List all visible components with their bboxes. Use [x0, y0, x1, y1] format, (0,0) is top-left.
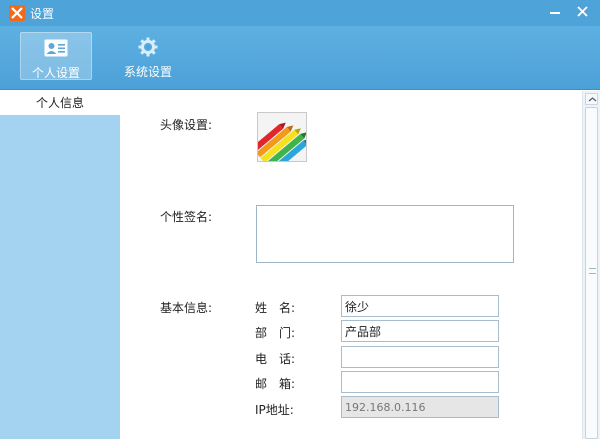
- tab-personal-label: 个人设置: [31, 66, 80, 80]
- basic-info-label: 基本信息:: [160, 301, 213, 315]
- tab-system-settings[interactable]: 系统设置: [112, 32, 184, 80]
- scroll-thumb[interactable]: [585, 107, 598, 439]
- tab-personal-settings[interactable]: 个人设置: [20, 32, 92, 80]
- window-title: 设置: [30, 7, 55, 21]
- close-button[interactable]: [573, 3, 593, 21]
- sidebar: 个人信息: [0, 91, 120, 439]
- user-card-icon: [44, 38, 68, 58]
- signature-textarea[interactable]: [256, 205, 514, 263]
- gear-icon: [136, 37, 160, 57]
- app-logo-icon: [9, 5, 25, 21]
- name-label: 姓 名:: [255, 301, 296, 315]
- phone-label: 电 话:: [255, 352, 296, 366]
- vertical-scrollbar[interactable]: [582, 91, 600, 439]
- ip-address-label: IP地址:: [255, 403, 294, 417]
- toolbar: 个人设置 系统设置: [0, 26, 600, 90]
- tab-system-label: 系统设置: [123, 65, 172, 79]
- avatar[interactable]: [257, 112, 307, 162]
- colored-pencils-icon: [258, 113, 306, 161]
- email-input[interactable]: [341, 371, 499, 393]
- sidebar-item-personal-info[interactable]: 个人信息: [0, 91, 120, 115]
- chevron-up-icon: [588, 97, 597, 102]
- settings-panel: 头像设置: 个性签名: 基本信息: 姓 名: 部 门: 电 话: 邮 箱:: [120, 91, 582, 439]
- minimize-button[interactable]: [545, 3, 565, 21]
- name-input[interactable]: [341, 295, 499, 317]
- signature-label: 个性签名:: [160, 210, 213, 224]
- scroll-up-button[interactable]: [585, 93, 598, 105]
- avatar-label: 头像设置:: [160, 118, 213, 132]
- grip-icon: [589, 268, 596, 274]
- department-label: 部 门:: [255, 326, 296, 340]
- email-label: 邮 箱:: [255, 377, 296, 391]
- ip-address-input: [341, 396, 499, 418]
- phone-input[interactable]: [341, 346, 499, 368]
- department-input[interactable]: [341, 320, 499, 342]
- title-bar: 设置: [0, 0, 600, 26]
